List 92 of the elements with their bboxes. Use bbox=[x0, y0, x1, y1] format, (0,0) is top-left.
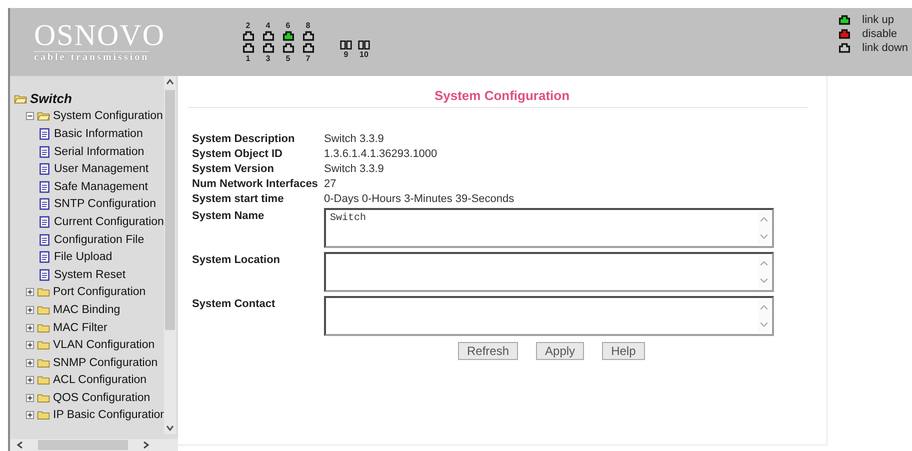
tree-item[interactable]: MAC Filter bbox=[53, 322, 108, 334]
collapse-icon[interactable] bbox=[26, 112, 34, 120]
folder-icon bbox=[37, 339, 50, 352]
expand-icon[interactable] bbox=[26, 358, 34, 367]
field-label: System Name bbox=[192, 209, 266, 224]
text-area[interactable]: Switch bbox=[324, 208, 774, 248]
scroll-down-icon[interactable] bbox=[165, 424, 175, 432]
horizontal-scrollbar[interactable] bbox=[10, 439, 178, 451]
folder-icon bbox=[37, 286, 50, 298]
document-icon bbox=[38, 268, 51, 281]
tree-item[interactable]: System Reset bbox=[54, 268, 126, 281]
folder-icon bbox=[37, 409, 50, 422]
document-icon bbox=[38, 234, 51, 246]
tree-item[interactable]: Port Configuration bbox=[53, 286, 146, 298]
port-number: 9 bbox=[344, 50, 348, 58]
tree-item[interactable]: Serial Information bbox=[54, 146, 144, 158]
port-number: 6 bbox=[286, 21, 290, 30]
expand-icon[interactable] bbox=[26, 324, 34, 332]
vertical-scrollbar[interactable] bbox=[164, 76, 176, 434]
fiber-port-icon bbox=[358, 40, 370, 50]
fiber-port-icon bbox=[340, 40, 352, 50]
expand-icon[interactable] bbox=[26, 341, 34, 350]
tree-item[interactable]: Switch bbox=[30, 91, 72, 106]
scroll-left-icon[interactable] bbox=[16, 440, 24, 450]
field-value: Switch 3.3.9 bbox=[324, 132, 385, 146]
port-number: 4 bbox=[266, 21, 270, 30]
folder-icon bbox=[37, 110, 50, 122]
logo-tagline: cable transmission bbox=[34, 51, 150, 63]
legend-label: link up bbox=[862, 14, 894, 26]
tree-item[interactable]: IP Basic Configuration bbox=[53, 409, 167, 422]
page-title: System Configuration bbox=[433, 88, 571, 103]
document-icon bbox=[38, 251, 51, 264]
legend-label: disable bbox=[862, 28, 897, 40]
field-label: System start time bbox=[192, 192, 285, 206]
action-button[interactable]: Apply bbox=[536, 342, 584, 360]
document-icon bbox=[38, 146, 51, 158]
scroll-arrows-icon bbox=[758, 299, 770, 333]
scroll-arrows-icon bbox=[758, 255, 770, 289]
expand-icon[interactable] bbox=[26, 306, 34, 314]
document-icon bbox=[38, 198, 51, 210]
field-value: 1.3.6.1.4.1.36293.1000 bbox=[324, 147, 438, 161]
folder-icon bbox=[37, 304, 50, 316]
tree-item[interactable]: Configuration File bbox=[54, 234, 144, 246]
tree-item[interactable]: SNMP Configuration bbox=[53, 356, 158, 369]
expand-icon[interactable] bbox=[26, 394, 34, 402]
text-area[interactable] bbox=[324, 252, 774, 292]
folder-icon bbox=[37, 392, 50, 404]
tree-item[interactable]: VLAN Configuration bbox=[53, 339, 155, 352]
tree-item[interactable]: User Management bbox=[54, 163, 149, 176]
scroll-right-icon[interactable] bbox=[142, 440, 150, 450]
legend-label: link down bbox=[862, 42, 908, 54]
field-label: Num Network Interfaces bbox=[192, 177, 319, 191]
scroll-up-icon[interactable] bbox=[165, 78, 175, 86]
field-value: 0-Days 0-Hours 3-Minutes 39-Seconds bbox=[324, 192, 516, 206]
port-number: 5 bbox=[286, 54, 290, 63]
scroll-arrows-icon bbox=[758, 211, 770, 245]
field-label: System Description bbox=[192, 132, 296, 146]
tree-item[interactable]: Current Configuration bbox=[54, 216, 164, 228]
tree-item[interactable]: ACL Configuration bbox=[53, 374, 147, 386]
action-button[interactable]: Refresh bbox=[458, 342, 518, 360]
expand-icon[interactable] bbox=[26, 288, 34, 296]
folder-icon bbox=[37, 374, 50, 386]
logo-text: OSNOVO bbox=[34, 21, 166, 51]
document-icon bbox=[38, 180, 51, 193]
port-number: 10 bbox=[360, 50, 368, 58]
tree-item[interactable]: QOS Configuration bbox=[53, 392, 150, 404]
tree-item[interactable]: MAC Binding bbox=[53, 304, 120, 316]
port-number: 2 bbox=[246, 21, 250, 30]
folder-icon bbox=[37, 322, 50, 334]
port-number: 1 bbox=[246, 54, 250, 63]
tree-item[interactable]: System Configuration bbox=[53, 110, 163, 122]
document-icon bbox=[38, 128, 51, 140]
field-label: System Object ID bbox=[192, 147, 284, 161]
expand-icon[interactable] bbox=[26, 411, 34, 420]
port-number: 7 bbox=[306, 54, 310, 63]
field-label: System Contact bbox=[192, 297, 276, 312]
field-value: 27 bbox=[324, 177, 338, 191]
port-number: 3 bbox=[266, 54, 270, 63]
tree-item[interactable]: Safe Management bbox=[54, 180, 148, 193]
port-number: 8 bbox=[306, 21, 310, 30]
document-icon bbox=[38, 163, 51, 176]
tree-item[interactable]: SNTP Configuration bbox=[54, 198, 156, 210]
field-value: Switch 3.3.9 bbox=[324, 162, 385, 176]
text-area[interactable] bbox=[324, 296, 774, 336]
field-label: System Location bbox=[192, 253, 282, 268]
document-icon bbox=[38, 216, 51, 228]
tree-item[interactable]: File Upload bbox=[54, 251, 112, 264]
field-label: System Version bbox=[192, 162, 275, 176]
expand-icon[interactable] bbox=[26, 376, 34, 384]
action-button[interactable]: Help bbox=[602, 342, 645, 360]
tree-item[interactable]: Basic Information bbox=[54, 128, 143, 140]
folder-icon bbox=[37, 356, 50, 369]
